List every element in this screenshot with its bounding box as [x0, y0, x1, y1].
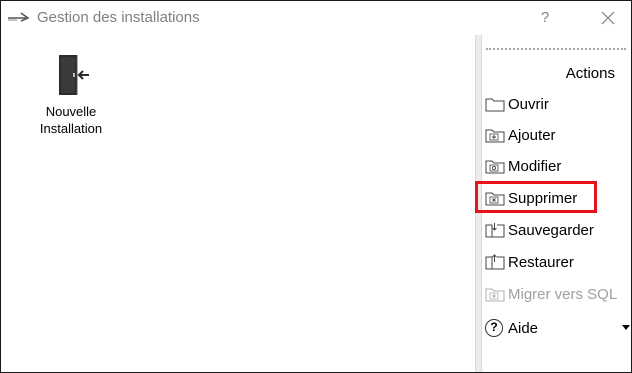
help-button[interactable]: ? — [531, 7, 559, 29]
folder-save-icon — [485, 223, 505, 238]
new-installation-label-1: Nouvelle — [45, 104, 97, 119]
action-edit[interactable]: Modifier — [482, 153, 631, 179]
folder-restore-icon — [485, 254, 505, 270]
action-migrate-sql[interactable]: Migrer vers SQL — [482, 281, 631, 307]
dropdown-arrow-icon[interactable] — [622, 325, 630, 330]
title-bar: Gestion des installations ? — [1, 1, 631, 35]
delete-highlight-box — [475, 181, 597, 213]
folder-edit-icon — [485, 160, 505, 174]
action-add-label: Ajouter — [508, 126, 556, 144]
action-save-label: Sauvegarder — [508, 221, 594, 239]
action-restore[interactable]: Restaurer — [482, 249, 631, 275]
new-installation-label-2: Installation — [39, 121, 103, 136]
action-help-label: Aide — [508, 319, 539, 337]
folder-add-icon — [485, 129, 505, 143]
action-migrate-sql-label: Migrer vers SQL — [508, 285, 618, 303]
installations-pane: Nouvelle Installation — [1, 35, 475, 372]
action-save[interactable]: Sauvegarder — [482, 217, 631, 243]
action-help[interactable]: ? Aide — [482, 315, 631, 341]
action-open-label: Ouvrir — [508, 95, 549, 113]
action-open[interactable]: Ouvrir — [482, 91, 631, 117]
help-icon: ? — [485, 319, 503, 337]
dotted-separator — [486, 48, 626, 50]
new-installation-item[interactable]: Nouvelle Installation — [23, 53, 119, 137]
door-enter-icon — [59, 55, 89, 95]
close-button[interactable] — [595, 7, 621, 29]
actions-header: Actions — [565, 65, 615, 82]
folder-migrate-icon — [485, 288, 505, 302]
close-icon — [601, 11, 615, 25]
action-restore-label: Restaurer — [508, 253, 574, 271]
action-edit-label: Modifier — [508, 157, 562, 175]
window-title: Gestion des installations — [37, 9, 200, 26]
folder-open-icon — [485, 98, 505, 112]
app-arrow-icon — [8, 12, 30, 22]
app-window: Gestion des installations ? Nouvelle Ins… — [0, 0, 632, 373]
action-add[interactable]: Ajouter — [482, 122, 631, 148]
